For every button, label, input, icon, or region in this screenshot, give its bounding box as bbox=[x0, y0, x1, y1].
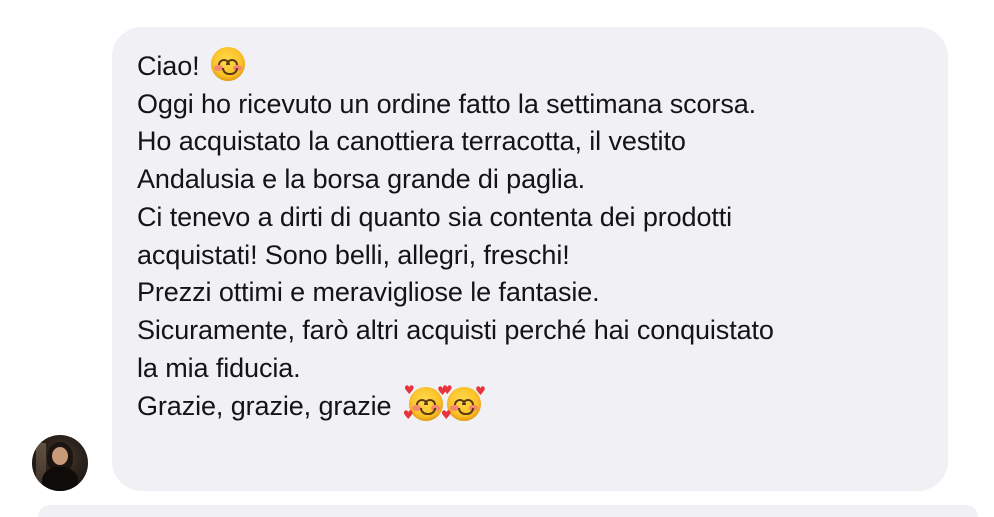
message-line: Ci tenevo a dirti di quanto sia contenta… bbox=[137, 201, 733, 232]
sender-avatar[interactable] bbox=[32, 435, 88, 491]
message-bubble[interactable]: Ciao! Oggi ho ricevuto un ordine fatto l… bbox=[112, 27, 948, 491]
smiling-face-icon bbox=[210, 47, 245, 81]
next-message-bubble bbox=[38, 505, 978, 517]
message-line: Oggi ho ricevuto un ordine fatto la sett… bbox=[137, 88, 757, 119]
smiling-face-with-hearts-icon: ♥ ♥ ♥ bbox=[402, 383, 448, 423]
message-line: Andalusia e la borsa grande di paglia. bbox=[137, 164, 586, 195]
message-line: acquistati! Sono belli, allegri, freschi… bbox=[137, 239, 570, 270]
smiling-face-with-hearts-icon: ♥ ♥ ♥ bbox=[440, 383, 486, 423]
message-line: Ciao! bbox=[137, 47, 924, 86]
message-line: Prezzi ottimi e meravigliose le fantasie… bbox=[137, 277, 600, 308]
message-line: la mia fiducia. bbox=[137, 352, 301, 383]
message-thread: Ciao! Oggi ho ricevuto un ordine fatto l… bbox=[0, 0, 994, 517]
message-line: Ho acquistato la canottiera terracotta, … bbox=[137, 126, 686, 157]
message-line: Sicuramente, farò altri acquisti perché … bbox=[137, 314, 774, 345]
message-line: Grazie, grazie, grazie ♥ ♥ ♥ ♥ ♥ ♥ bbox=[137, 383, 486, 423]
